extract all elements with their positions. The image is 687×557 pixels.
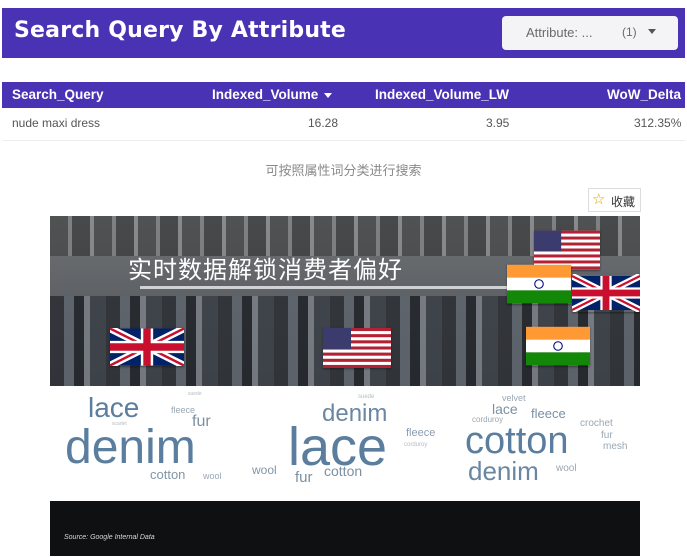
column-header-search-query[interactable]: Search_Query <box>12 87 104 102</box>
word-cloud-term: fleece <box>406 427 436 439</box>
favorite-button[interactable]: ☆ 收藏 <box>588 188 641 212</box>
word-cloud-term: wool <box>556 463 577 474</box>
favorite-label: 收藏 <box>611 195 636 209</box>
word-cloud-term: fleece <box>531 406 566 421</box>
word-cloud-term: corduroy <box>404 442 428 448</box>
word-cloud-term: scarlet <box>112 421 127 427</box>
attribute-select-count: (1) <box>622 25 637 39</box>
uk-flag-icon <box>110 328 184 366</box>
word-cloud-term: denim <box>65 421 196 474</box>
cell-indexed-volume-lw: 3.95 <box>486 116 510 130</box>
consumer-preference-image: 实时数据解锁消费者偏好 lace fleece fur denim cotton… <box>50 216 640 556</box>
column-header-indexed-volume[interactable]: Indexed_Volume <box>212 87 333 102</box>
cell-indexed-volume: 16.28 <box>308 116 339 130</box>
cell-wow-delta: 312.35% <box>634 116 682 130</box>
star-outline-icon: ☆ <box>592 191 606 208</box>
table-header: Search_Query Indexed_Volume Indexed_Volu… <box>2 82 685 108</box>
word-cloud-term: suede <box>188 391 202 397</box>
image-source-note: Source: Google Internal Data <box>64 534 155 541</box>
column-header-indexed-volume-lw[interactable]: Indexed_Volume_LW <box>375 87 509 102</box>
attribute-select[interactable]: Attribute: ... (1) <box>502 16 678 50</box>
image-caption: 可按照属性词分类进行搜索 <box>265 163 422 178</box>
word-cloud-term: lace <box>88 392 140 423</box>
uk-flag-icon <box>572 274 640 312</box>
india-flag-icon <box>526 326 590 366</box>
column-header-wow-delta[interactable]: WoW_Delta <box>607 87 681 102</box>
word-cloud-term: fur <box>295 469 313 486</box>
us-flag-icon <box>323 328 391 368</box>
table-row: nude maxi dress 16.28 3.95 312.35% <box>2 108 685 141</box>
word-cloud-term: lace <box>492 401 518 417</box>
word-cloud-term: fur <box>601 430 613 441</box>
word-cloud-strip: lace fleece fur denim cotton wool suede … <box>50 386 640 501</box>
clothing-rail <box>140 286 560 289</box>
attribute-select-label: Attribute: ... <box>526 25 593 40</box>
word-cloud-term: crochet <box>580 418 613 429</box>
word-cloud-term: wool <box>203 471 222 481</box>
word-cloud-term: cotton <box>465 420 569 462</box>
word-cloud-term: wool <box>252 463 277 477</box>
report-header: Search Query By Attribute Attribute: ...… <box>2 8 685 58</box>
cell-search-query: nude maxi dress <box>12 116 101 130</box>
image-title: 实时数据解锁消费者偏好 <box>128 256 403 284</box>
india-flag-icon <box>507 264 571 304</box>
image-bottom-band <box>50 501 640 556</box>
word-cloud-term: cotton <box>324 463 363 479</box>
word-cloud-term: cotton <box>150 467 186 482</box>
sort-desc-icon <box>324 92 333 98</box>
caret-down-icon <box>648 29 656 34</box>
word-cloud-term: mesh <box>603 441 628 452</box>
report-title: Search Query By Attribute <box>14 18 347 43</box>
word-cloud-term: denim <box>468 456 539 486</box>
